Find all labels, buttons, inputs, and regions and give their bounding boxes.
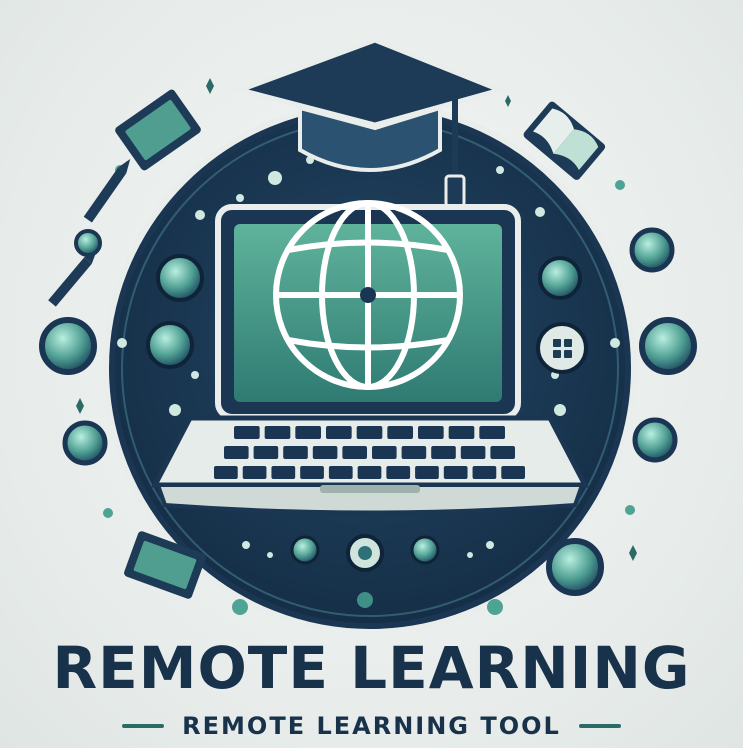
keyboard-key [283, 446, 308, 459]
keyboard-key [479, 426, 505, 439]
tablet-icon [115, 89, 201, 171]
keyboard-key [357, 466, 382, 479]
keyboard-key [418, 426, 444, 439]
keyboard-key [295, 426, 321, 439]
keyboard-key [224, 446, 249, 459]
globe-center-dot [360, 287, 376, 303]
keyboard-key [328, 466, 353, 479]
keyboard-key [401, 446, 427, 459]
keyboard-key [356, 426, 383, 439]
keyboard-key [271, 466, 296, 479]
keyboard-key [415, 466, 439, 479]
keyboard-key [312, 446, 338, 459]
keyboard-key [214, 466, 238, 479]
subtitle-left-dash [122, 724, 165, 728]
keyboard-key [431, 446, 456, 459]
keyboard-key [448, 426, 475, 439]
keyboard-key [387, 426, 413, 439]
remote-learning-emblem [39, 37, 697, 630]
keyboard-key [501, 466, 525, 479]
logo-subtitle: REMOTE LEARNING TOOL [182, 712, 561, 740]
keyboard-key [264, 426, 291, 439]
keyboard-key [300, 466, 324, 479]
keyboard-key [253, 446, 279, 459]
logo-title: REMOTE LEARNING [52, 634, 691, 702]
keyboard-key [242, 466, 267, 479]
keyboard-key [386, 466, 411, 479]
keyboard-key [472, 466, 497, 479]
keyboard-key [372, 446, 397, 459]
keyboard-key [443, 466, 468, 479]
keyboard-key [342, 446, 367, 459]
keyboard-key [326, 426, 352, 439]
keyboard-key [460, 446, 486, 459]
subtitle-row: REMOTE LEARNING TOOL [0, 712, 743, 740]
subtitle-right-dash [578, 724, 621, 728]
keyboard-key [490, 446, 515, 459]
keyboard-key [234, 426, 260, 439]
